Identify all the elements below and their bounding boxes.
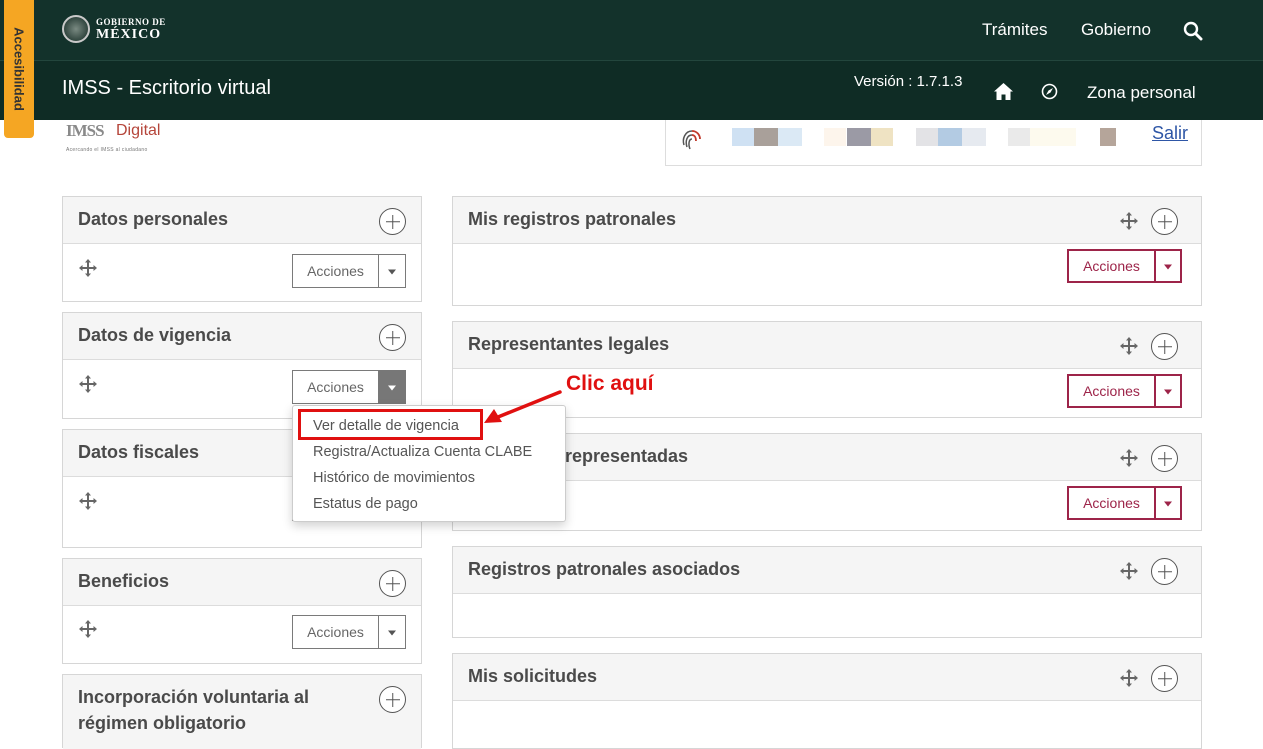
card-header: Datos personales xyxy=(63,197,421,244)
acciones-label[interactable]: Acciones xyxy=(1067,486,1154,520)
version-label: Versión : 1.7.1.3 xyxy=(854,73,963,90)
nav-tramites[interactable]: Trámites xyxy=(982,20,1048,40)
expand-button[interactable] xyxy=(379,570,406,597)
expand-button[interactable] xyxy=(1151,445,1178,472)
caret-down-icon[interactable] xyxy=(378,254,406,288)
redacted-block xyxy=(1100,128,1116,146)
redacted-block xyxy=(1030,128,1076,146)
card-title: Mis solicitudes xyxy=(468,666,598,686)
acciones-button[interactable]: Acciones xyxy=(1067,249,1182,283)
redacted-block xyxy=(916,128,938,146)
acciones-button[interactable]: Acciones xyxy=(292,615,406,649)
imss-logo-text: IMSS xyxy=(66,121,105,140)
redacted-block xyxy=(778,128,802,146)
annotation-arrow-icon xyxy=(484,390,562,423)
redacted-block xyxy=(732,128,754,146)
salir-link[interactable]: Salir xyxy=(1152,123,1188,144)
move-icon[interactable] xyxy=(1119,668,1139,688)
card-mis-solicitudes: Mis solicitudes xyxy=(452,653,1202,749)
card-header: Mis solicitudes xyxy=(453,654,1201,701)
menu-item-cuenta-clabe[interactable]: Registra/Actualiza Cuenta CLABE xyxy=(313,444,532,460)
card-header: Representantes legales xyxy=(453,322,1201,369)
move-icon[interactable] xyxy=(78,374,98,394)
acciones-label[interactable]: Acciones xyxy=(292,254,378,288)
move-icon[interactable] xyxy=(78,491,98,511)
card-header: Incorporación voluntaria al régimen obli… xyxy=(63,675,421,749)
card-title: representadas xyxy=(565,446,689,466)
redacted-block xyxy=(962,128,986,146)
accessibility-label: Accesibilidad xyxy=(11,27,27,111)
card-header: Mis registros patronales xyxy=(453,197,1201,244)
caret-down-icon[interactable] xyxy=(378,370,406,404)
card-title: Registros patronales asociados xyxy=(468,559,741,579)
zona-personal-link[interactable]: Zona personal xyxy=(1087,83,1196,103)
national-seal-icon xyxy=(62,15,90,43)
card-header: Registros patronales asociados xyxy=(453,547,1201,594)
card-title: Representantes legales xyxy=(468,334,670,354)
redacted-block xyxy=(938,128,962,146)
card-header: Beneficios xyxy=(63,559,421,606)
expand-button[interactable] xyxy=(1151,665,1178,692)
move-icon[interactable] xyxy=(1119,211,1139,231)
card-registros-patronales-asociados: Registros patronales asociados xyxy=(452,546,1202,638)
acciones-label[interactable]: Acciones xyxy=(1067,249,1154,283)
annotation-clic-aqui: Clic aquí xyxy=(566,372,654,395)
redacted-block xyxy=(824,128,846,146)
caret-down-icon[interactable] xyxy=(378,615,406,649)
expand-button[interactable] xyxy=(379,208,406,235)
expand-button[interactable] xyxy=(1151,333,1178,360)
nav-gobierno[interactable]: Gobierno xyxy=(1081,20,1151,40)
card-title: Datos fiscales xyxy=(78,442,200,462)
card-title: Datos de vigencia xyxy=(78,325,232,345)
acciones-label[interactable]: Acciones xyxy=(292,615,378,649)
user-info-box xyxy=(665,120,1202,166)
menu-item-estatus-pago[interactable]: Estatus de pago xyxy=(313,496,418,512)
expand-button[interactable] xyxy=(379,324,406,351)
move-icon[interactable] xyxy=(78,258,98,278)
acciones-label[interactable]: Acciones xyxy=(1067,374,1154,408)
caret-down-icon[interactable] xyxy=(1154,374,1182,408)
move-icon[interactable] xyxy=(1119,448,1139,468)
logo-line2: MÉXICO xyxy=(96,27,162,42)
logo-line1: GOBIERNO DE xyxy=(96,17,166,27)
card-header: Datos de vigencia xyxy=(63,313,421,360)
redacted-block xyxy=(871,128,893,146)
top-navbar xyxy=(0,0,1263,60)
digital-logo-text: Digital xyxy=(116,122,161,139)
home-icon[interactable] xyxy=(993,82,1014,101)
redacted-block xyxy=(1008,128,1030,146)
card-title-line1: Incorporación voluntaria al xyxy=(78,687,310,707)
card-title: Mis registros patronales xyxy=(468,209,677,229)
imss-digital-logo: IMSS Digital Acercando el IMSS al ciudad… xyxy=(66,120,186,156)
redacted-block xyxy=(847,128,871,146)
compass-icon[interactable] xyxy=(1041,83,1058,100)
caret-down-icon[interactable] xyxy=(1154,486,1182,520)
move-icon[interactable] xyxy=(1119,561,1139,581)
expand-button[interactable] xyxy=(1151,558,1178,585)
card-title: Beneficios xyxy=(78,571,170,591)
search-icon[interactable] xyxy=(1183,21,1203,41)
acciones-button[interactable]: Acciones xyxy=(1067,486,1182,520)
imss-slogan: Acercando el IMSS al ciudadano xyxy=(66,147,148,153)
app-title[interactable]: IMSS - Escritorio virtual xyxy=(62,77,271,100)
annotation-highlight-box xyxy=(298,409,483,440)
move-icon[interactable] xyxy=(78,619,98,639)
redacted-block xyxy=(754,128,778,146)
expand-button[interactable] xyxy=(379,686,406,713)
acciones-label[interactable]: Acciones xyxy=(292,370,378,404)
menu-item-historico-movimientos[interactable]: Histórico de movimientos xyxy=(313,470,475,486)
acciones-button[interactable]: Acciones xyxy=(1067,374,1182,408)
acciones-button[interactable]: Acciones xyxy=(292,254,406,288)
card-title: Datos personales xyxy=(78,209,229,229)
card-title-line2: régimen obligatorio xyxy=(78,713,247,733)
acciones-button-open[interactable]: Acciones xyxy=(292,370,406,404)
gobierno-mexico-logo[interactable]: GOBIERNO DE MÉXICO xyxy=(62,14,172,46)
fingerprint-icon xyxy=(682,130,701,150)
card-incorporacion-voluntaria: Incorporación voluntaria al régimen obli… xyxy=(62,674,422,749)
accessibility-tab[interactable]: Accesibilidad xyxy=(4,0,34,138)
expand-button[interactable] xyxy=(1151,208,1178,235)
move-icon[interactable] xyxy=(1119,336,1139,356)
caret-down-icon[interactable] xyxy=(1154,249,1182,283)
